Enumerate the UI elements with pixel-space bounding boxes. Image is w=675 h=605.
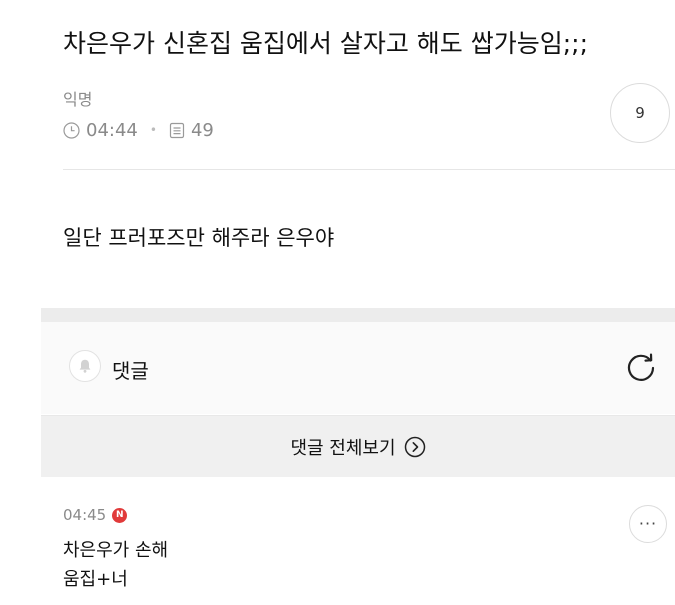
- more-icon: ···: [638, 514, 658, 533]
- section-separator: [41, 308, 675, 322]
- comment-meta: 04:45 N: [63, 505, 128, 525]
- clock-icon: [63, 121, 80, 139]
- chevron-right-circle-icon: [396, 436, 426, 458]
- refresh-icon[interactable]: [624, 351, 658, 385]
- divider: [63, 169, 675, 170]
- view-all-label: 댓글 전체보기: [290, 437, 396, 459]
- more-options-button[interactable]: ···: [629, 505, 667, 543]
- post-body: 일단 프러포즈만 해주라 은우야: [63, 226, 335, 250]
- comment-time: 04:45: [63, 506, 107, 524]
- new-badge: N: [112, 507, 128, 523]
- post-meta: 04:44 • 49: [63, 118, 214, 142]
- comments-label: 댓글: [112, 359, 149, 383]
- comment-text-line: 움집+너: [63, 569, 128, 590]
- comment-text-line: 차은우가 손해: [63, 540, 169, 561]
- view-all-comments-button[interactable]: 댓글 전체보기: [41, 415, 675, 477]
- comment-count-button[interactable]: 9: [610, 83, 670, 143]
- document-icon: [169, 122, 185, 139]
- bell-icon[interactable]: [69, 350, 101, 382]
- author-name: 익명: [63, 90, 93, 109]
- post-time: 04:44: [86, 119, 138, 141]
- post-views: 49: [190, 119, 214, 141]
- meta-separator: •: [149, 123, 157, 137]
- post-title: 차은우가 신혼집 움집에서 살자고 해도 쌉가능임;;;: [63, 29, 589, 58]
